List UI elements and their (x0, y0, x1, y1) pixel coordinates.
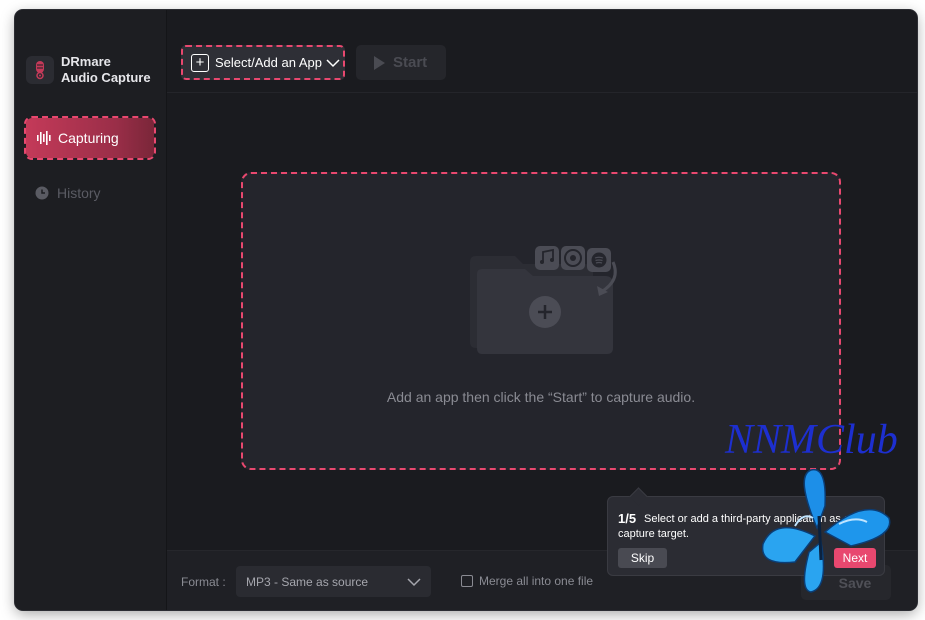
sidebar: DRmare Audio Capture Capturing History (15, 10, 167, 610)
start-label: Start (393, 54, 428, 71)
sidebar-item-history[interactable]: History (35, 185, 101, 201)
format-select-value: MP3 - Same as source (246, 574, 369, 589)
sidebar-item-capturing[interactable]: Capturing (24, 116, 156, 160)
sidebar-item-label: History (57, 185, 101, 201)
app-logo-icon (26, 56, 54, 84)
app-name: DRmare Audio Capture (61, 54, 151, 86)
merge-files-label: Merge all into one file (479, 574, 594, 588)
clock-icon (35, 186, 49, 200)
watermark-text: NNMClub (725, 417, 898, 463)
app-logos-icon (535, 246, 611, 272)
app-name-line2: Audio Capture (61, 70, 151, 85)
merge-files-checkbox[interactable]: Merge all into one file (461, 574, 593, 588)
format-select[interactable]: MP3 - Same as source (236, 566, 431, 597)
select-add-app-button[interactable]: + Select/Add an App (181, 45, 345, 80)
checkbox-box[interactable] (461, 575, 473, 587)
play-icon (374, 55, 385, 70)
select-add-app-label: Select/Add an App (215, 55, 322, 70)
app-name-line1: DRmare (61, 54, 111, 69)
chevron-down-icon (407, 577, 421, 586)
drop-zone-hint: Add an app then click the “Start” to cap… (386, 389, 696, 405)
sidebar-item-label: Capturing (58, 130, 119, 146)
waveform-icon (37, 131, 51, 145)
chevron-down-icon (326, 58, 340, 67)
format-label: Format : (181, 575, 226, 589)
start-button[interactable]: Start (356, 45, 446, 80)
tooltip-skip-button[interactable]: Skip (618, 548, 667, 568)
brand: DRmare Audio Capture (26, 54, 151, 86)
plus-icon: + (191, 53, 209, 72)
toolbar: + Select/Add an App Start (167, 10, 917, 93)
folder-add-icon (470, 246, 617, 354)
butterfly-icon (761, 468, 891, 593)
